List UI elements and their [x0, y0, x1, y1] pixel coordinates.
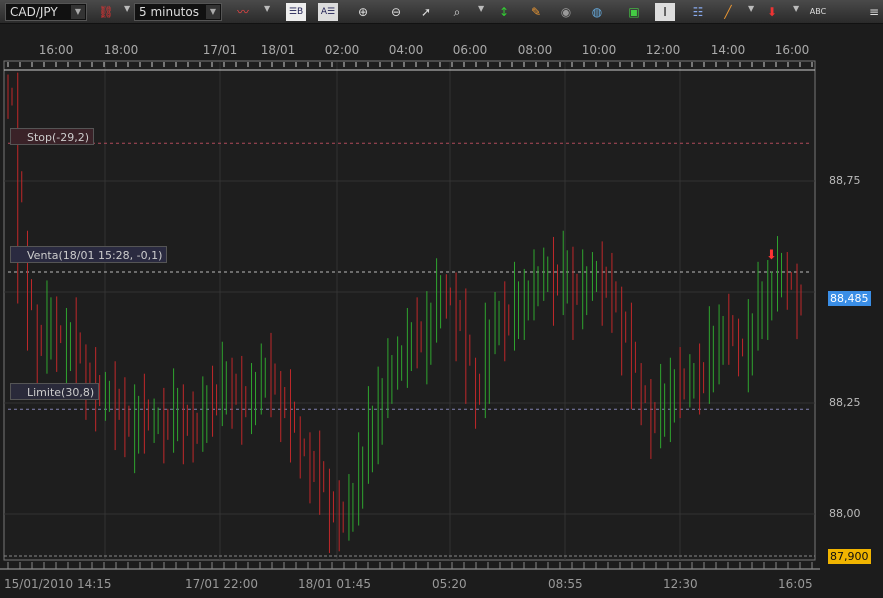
- time-label: 17/01 22:00: [185, 577, 258, 591]
- stop-order-label[interactable]: Stop(-29,2): [10, 128, 95, 145]
- time-label: 16:05: [778, 577, 813, 591]
- time-label: 15/01/2010 14:15: [4, 577, 112, 591]
- current-price-badge: 88,485: [828, 291, 871, 306]
- plot-area: [3, 60, 816, 561]
- sell-order-label[interactable]: Venta(18/01 15:28, -0,1): [10, 246, 168, 263]
- time-label: 05:20: [432, 577, 467, 591]
- sell-arrow-icon: ⬇: [766, 248, 777, 263]
- low-price-badge: 87,900: [828, 549, 871, 564]
- time-label: 18/01 01:45: [298, 577, 371, 591]
- price-chart[interactable]: [0, 0, 883, 598]
- price-label: 88,75: [829, 174, 861, 187]
- time-label: 12:30: [663, 577, 698, 591]
- limit-order-label[interactable]: Limite(30,8): [10, 383, 100, 400]
- price-label: 88,00: [829, 507, 861, 520]
- time-label: 08:55: [548, 577, 583, 591]
- price-label: 88,25: [829, 396, 861, 409]
